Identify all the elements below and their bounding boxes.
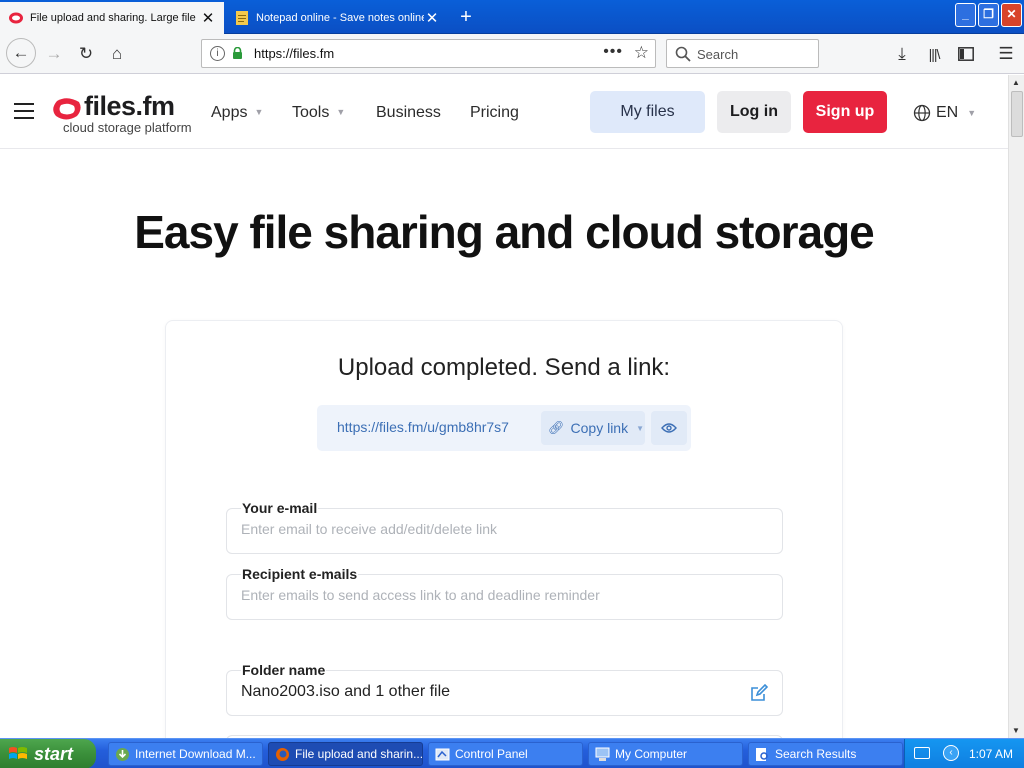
clock: 1:07 AM — [969, 747, 1014, 761]
scrollbar-thumb[interactable] — [1011, 91, 1023, 137]
share-link[interactable]: https://files.fm/u/gmb8hr7s7 — [337, 419, 509, 435]
folder-name-value: Nano2003.iso and 1 other file — [241, 683, 451, 700]
url-text: https://files.fm — [254, 46, 335, 61]
search-placeholder: Search — [697, 47, 739, 62]
your-email-label: Your e-mail — [241, 500, 319, 516]
page-scrollbar[interactable]: ▲ ▼ — [1008, 75, 1024, 738]
download-manager-icon — [116, 747, 129, 761]
reload-icon[interactable]: ↻ — [72, 40, 100, 68]
minimize-icon[interactable]: _ — [955, 3, 976, 27]
share-link-box: https://files.fm/u/gmb8hr7s7 🔗︎ Copy lin… — [317, 405, 691, 451]
folder-name-label: Folder name — [241, 662, 327, 678]
nav-tools[interactable]: Tools ▼ — [292, 104, 345, 122]
site-menu-icon[interactable] — [14, 103, 34, 119]
task-label: Search Results — [775, 747, 857, 761]
page-viewport: files.fm cloud storage platform Apps ▼ To… — [0, 75, 1008, 738]
start-label: start — [34, 743, 74, 764]
recipient-emails-label: Recipient e-mails — [241, 566, 359, 582]
task-label: Control Panel — [455, 747, 528, 761]
files-fm-favicon-icon — [9, 12, 23, 24]
menu-hamburger-icon[interactable]: ☰ — [992, 40, 1020, 68]
bookmark-star-icon[interactable]: ☆ — [634, 43, 649, 63]
close-tab-icon[interactable]: ✕ — [200, 9, 216, 27]
my-files-button[interactable]: My files — [590, 91, 705, 133]
search-results-icon — [756, 747, 768, 761]
site-info-icon[interactable]: i — [210, 46, 225, 61]
address-bar[interactable]: i https://files.fm ••• ☆ — [201, 39, 656, 68]
chevron-down-icon: ▼ — [967, 108, 977, 118]
chevron-down-icon: ▼ — [336, 107, 346, 117]
nav-pricing[interactable]: Pricing — [470, 104, 519, 122]
downloads-icon[interactable]: ⤓ — [888, 40, 916, 68]
your-email-input[interactable] — [241, 521, 761, 537]
start-button[interactable]: start — [0, 739, 96, 768]
taskbar-item-my-computer[interactable]: My Computer — [588, 742, 743, 766]
sign-up-button[interactable]: Sign up — [803, 91, 887, 133]
browser-toolbar: ← → ↻ ⌂ i https://files.fm ••• ☆ Search … — [0, 34, 1024, 74]
hero-title: Easy file sharing and cloud storage — [134, 206, 875, 258]
task-label: File upload and sharin... — [295, 747, 423, 761]
sidebar-icon[interactable] — [952, 40, 980, 68]
link-icon: 🔗︎ — [548, 420, 565, 435]
computer-icon — [595, 747, 610, 761]
language-selector[interactable]: EN ▼ — [913, 104, 976, 122]
copy-link-button[interactable]: 🔗︎ Copy link ▼ — [541, 411, 645, 445]
window-controls: _ ❐ ✕ — [955, 3, 1022, 27]
search-icon — [675, 46, 691, 62]
taskbar: start Internet Download M... File upload… — [0, 738, 1024, 768]
lock-icon — [233, 47, 242, 59]
eye-icon — [661, 423, 677, 433]
logo-name: files.fm — [84, 91, 175, 121]
language-label: EN — [936, 104, 959, 121]
scroll-down-icon[interactable]: ▼ — [1012, 726, 1020, 735]
taskbar-item-control-panel[interactable]: Control Panel — [428, 742, 583, 766]
tab-files-fm[interactable]: File upload and sharing. Large file ✕ — [0, 2, 224, 34]
nav-business[interactable]: Business — [376, 104, 441, 122]
preview-link-button[interactable] — [651, 411, 687, 445]
taskbar-item-firefox[interactable]: File upload and sharin... — [268, 742, 423, 766]
page-actions-icon[interactable]: ••• — [603, 43, 623, 61]
close-tab-icon[interactable]: ✕ — [424, 9, 440, 27]
task-label: Internet Download M... — [135, 747, 256, 761]
upload-status: Upload completed. Send a link: — [337, 354, 671, 381]
restore-icon[interactable]: ❐ — [978, 3, 999, 27]
logo-tagline: cloud storage platform — [63, 120, 192, 135]
tab-notepad-online[interactable]: Notepad online - Save notes online ✕ — [226, 2, 448, 34]
home-icon[interactable]: ⌂ — [103, 40, 131, 68]
taskbar-item-internet-download-manager[interactable]: Internet Download M... — [108, 742, 263, 766]
task-label: My Computer — [615, 747, 688, 761]
nav-apps-label: Apps — [211, 104, 248, 121]
copy-link-label: Copy link — [570, 420, 629, 436]
new-tab-button[interactable]: + — [452, 3, 480, 31]
chevron-down-icon: ▼ — [254, 107, 264, 117]
nav-apps[interactable]: Apps ▼ — [211, 104, 263, 122]
nav-tools-label: Tools — [292, 104, 330, 121]
tab-title: Notepad online - Save notes online — [256, 12, 424, 24]
keyboard-icon[interactable] — [914, 747, 930, 759]
back-arrow-icon[interactable]: ← — [6, 38, 36, 68]
upload-card: Upload completed. Send a link: https://f… — [165, 320, 843, 738]
logo-mark-icon — [53, 98, 81, 120]
close-window-icon[interactable]: ✕ — [1001, 3, 1022, 27]
library-icon[interactable]: |||\ — [920, 40, 948, 68]
show-hidden-icons-icon[interactable]: ‹ — [943, 745, 959, 761]
windows-logo-icon — [9, 747, 27, 759]
browser-tab-strip: File upload and sharing. Large file ✕ No… — [0, 0, 1024, 34]
edit-icon[interactable] — [750, 684, 768, 702]
tab-title: File upload and sharing. Large file — [30, 12, 196, 24]
notepad-favicon-icon — [236, 11, 248, 25]
firefox-icon — [276, 747, 289, 761]
chevron-down-icon: ▼ — [636, 423, 645, 433]
search-bar[interactable]: Search — [666, 39, 819, 68]
log-in-button[interactable]: Log in — [717, 91, 791, 133]
taskbar-item-search-results[interactable]: Search Results — [748, 742, 903, 766]
control-panel-icon — [435, 748, 450, 760]
forward-arrow-icon[interactable]: → — [40, 40, 68, 68]
globe-icon — [913, 104, 931, 122]
scroll-up-icon[interactable]: ▲ — [1012, 78, 1020, 87]
recipient-emails-input[interactable] — [241, 587, 761, 603]
system-tray: ‹ 1:07 AM — [904, 739, 1024, 768]
site-header: files.fm cloud storage platform Apps ▼ To… — [0, 75, 1008, 149]
